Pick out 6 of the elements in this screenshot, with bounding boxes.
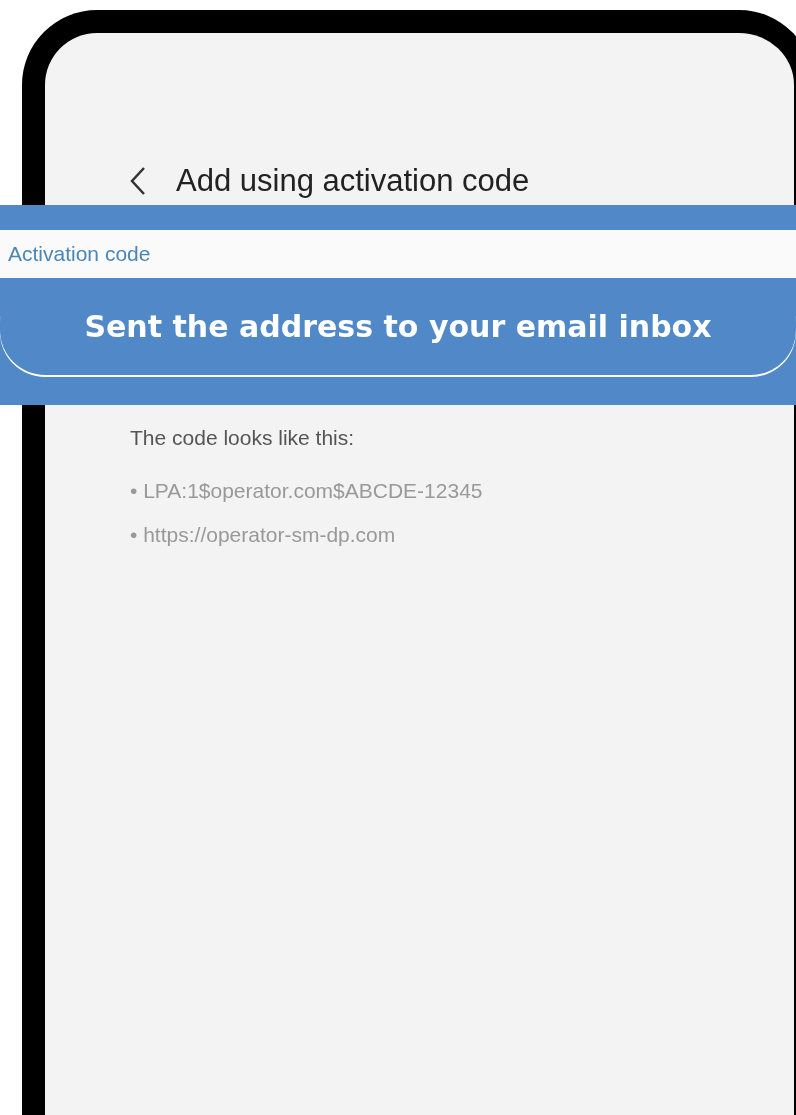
screen-title: Add using activation code xyxy=(176,162,530,200)
example-code: • LPA:1$operator.com$ABCDE-12345 xyxy=(130,478,484,504)
back-icon[interactable] xyxy=(130,166,146,197)
field-label: Activation code xyxy=(8,241,151,268)
hint-text: The code looks like this: xyxy=(130,424,356,451)
example-code: • https://operator-sm-dp.com xyxy=(130,521,397,548)
